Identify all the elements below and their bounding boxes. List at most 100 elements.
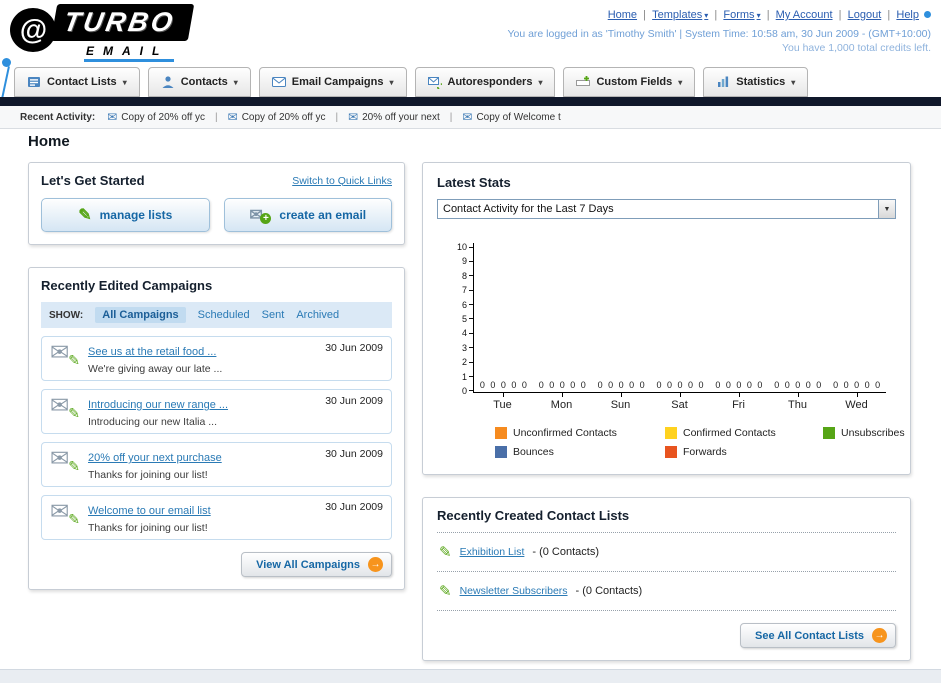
recent-activity-item[interactable]: Copy of 20% off yc bbox=[107, 110, 227, 124]
campaign-filter-bar: SHOW: All Campaigns Scheduled Sent Archi… bbox=[41, 302, 392, 328]
email-campaigns-icon bbox=[271, 77, 286, 87]
create-email-button[interactable]: create an email bbox=[223, 198, 392, 232]
tab-label: Email Campaigns bbox=[291, 76, 384, 88]
button-label: See All Contact Lists bbox=[754, 629, 864, 642]
campaign-title-link[interactable]: Introducing our new range ... bbox=[88, 399, 228, 411]
recent-activity-item[interactable]: 20% off your next bbox=[348, 110, 462, 124]
login-info: You are logged in as 'Timothy Smith' | S… bbox=[507, 28, 931, 40]
top-link-logout[interactable]: Logout bbox=[848, 9, 897, 21]
campaign-subtitle: Thanks for joining our list! bbox=[88, 469, 208, 481]
chevron-down-icon bbox=[234, 76, 238, 88]
legend-label: Forwards bbox=[683, 446, 727, 458]
button-label: View All Campaigns bbox=[256, 558, 360, 571]
filter-scheduled[interactable]: Scheduled bbox=[198, 309, 250, 321]
page-title: Home bbox=[28, 133, 70, 150]
app-window: TURBO EMAIL HomeTemplatesFormsMy Account… bbox=[0, 0, 941, 683]
tab-contact-lists[interactable]: Contact Lists bbox=[14, 67, 140, 97]
campaign-subtitle: We're giving away our late ... bbox=[88, 363, 223, 375]
recent-activity-link[interactable]: Copy of 20% off yc bbox=[242, 112, 326, 123]
legend-item-unconfirmed: Unconfirmed Contacts bbox=[495, 427, 665, 439]
chart-column-values: 0 0 0 0 0 bbox=[597, 380, 645, 390]
x-axis-label: Sat bbox=[650, 393, 709, 411]
header-right: HomeTemplates Forms My AccountLogoutHelp Y… bbox=[507, 5, 931, 54]
tab-email-campaigns[interactable]: Email Campaigns bbox=[258, 67, 407, 97]
switch-quick-links-link[interactable]: Switch to Quick Links bbox=[292, 175, 392, 187]
legend-label: Unsubscribes bbox=[841, 427, 905, 439]
envelope-icon bbox=[107, 110, 121, 124]
campaign-title-link[interactable]: See us at the retail food ... bbox=[88, 346, 216, 358]
logo-swirl-icon bbox=[10, 8, 56, 52]
chevron-down-icon bbox=[538, 76, 542, 88]
recent-contact-lists-panel: Recently Created Contact Lists Exhibitio… bbox=[422, 497, 911, 661]
chevron-down-icon bbox=[678, 76, 682, 88]
y-tick-label: 10 bbox=[457, 243, 473, 252]
view-all-campaigns-button[interactable]: View All Campaigns bbox=[241, 552, 392, 577]
top-link-templates[interactable]: Templates bbox=[652, 9, 723, 21]
chart-column-values: 0 0 0 0 0 bbox=[774, 380, 822, 390]
recent-activity-item[interactable]: Copy of Welcome t bbox=[462, 110, 560, 124]
x-axis-label: Wed bbox=[827, 393, 886, 411]
show-label: SHOW: bbox=[49, 309, 84, 321]
chart-column-values: 0 0 0 0 0 bbox=[479, 380, 527, 390]
tab-contacts[interactable]: Contacts bbox=[147, 67, 251, 97]
pencil-icon bbox=[439, 543, 452, 561]
y-tick-label: 5 bbox=[462, 314, 473, 323]
campaign-title-link[interactable]: Welcome to our email list bbox=[88, 505, 211, 517]
y-tick-label: 7 bbox=[462, 286, 473, 295]
recent-activity-label: Recent Activity: bbox=[20, 111, 96, 123]
tab-label: Custom Fields bbox=[596, 76, 673, 88]
filter-all-campaigns[interactable]: All Campaigns bbox=[95, 307, 186, 323]
contact-list-link[interactable]: Exhibition List bbox=[460, 546, 525, 558]
filter-sent[interactable]: Sent bbox=[262, 309, 285, 321]
campaign-date: 30 Jun 2009 bbox=[325, 342, 383, 354]
legend-label: Unconfirmed Contacts bbox=[513, 427, 617, 439]
chevron-down-icon bbox=[702, 9, 708, 21]
recent-activity-item[interactable]: Copy of 20% off yc bbox=[228, 110, 348, 124]
recent-activity-link[interactable]: Copy of 20% off yc bbox=[121, 112, 205, 123]
get-started-panel: Let's Get Started Switch to Quick Links … bbox=[28, 162, 405, 245]
legend-label: Confirmed Contacts bbox=[683, 427, 776, 439]
top-link-label: Templates bbox=[652, 9, 703, 21]
see-all-contact-lists-button[interactable]: See All Contact Lists bbox=[739, 623, 896, 648]
tab-statistics[interactable]: Statistics bbox=[703, 67, 809, 97]
recent-activity-link[interactable]: 20% off your next bbox=[362, 112, 440, 123]
top-nav: HomeTemplates Forms My AccountLogoutHelp bbox=[507, 5, 931, 23]
legend-swatch bbox=[495, 427, 507, 439]
pencil-icon bbox=[439, 582, 452, 600]
top-link-forms[interactable]: Forms bbox=[723, 9, 775, 21]
y-tick-label: 3 bbox=[462, 343, 473, 352]
contacts-icon bbox=[162, 76, 174, 88]
stats-period-select[interactable]: Contact Activity for the Last 7 Days bbox=[437, 199, 896, 219]
chart-labels: Tue Mon Sun Sat Fri Thu Wed bbox=[473, 393, 886, 411]
legend-swatch bbox=[665, 427, 677, 439]
legend-item-confirmed: Confirmed Contacts bbox=[665, 427, 823, 439]
chevron-down-icon bbox=[389, 76, 393, 88]
top-link-home[interactable]: Home bbox=[608, 9, 652, 21]
top-link-label: Forms bbox=[723, 9, 755, 21]
legend-item-bounces: Bounces bbox=[495, 446, 665, 458]
top-link-help[interactable]: Help bbox=[896, 9, 919, 21]
contact-list-item: Exhibition List - (0 Contacts) bbox=[437, 533, 896, 572]
top-link-my-account[interactable]: My Account bbox=[776, 9, 848, 21]
header: TURBO EMAIL HomeTemplates Forms My Account… bbox=[0, 0, 941, 104]
logo-subtitle: EMAIL bbox=[84, 44, 175, 62]
button-label: manage lists bbox=[99, 208, 173, 222]
pencil-icon bbox=[78, 205, 91, 225]
contact-lists-icon bbox=[28, 77, 40, 87]
contact-list-link[interactable]: Newsletter Subscribers bbox=[460, 585, 568, 597]
filter-archived[interactable]: Archived bbox=[296, 309, 339, 321]
tab-custom-fields[interactable]: Custom Fields bbox=[563, 67, 696, 97]
manage-lists-button[interactable]: manage lists bbox=[41, 198, 210, 232]
campaign-date: 30 Jun 2009 bbox=[325, 501, 383, 513]
contact-list-count: - (0 Contacts) bbox=[532, 546, 600, 558]
campaign-title-link[interactable]: 20% off your next purchase bbox=[88, 452, 222, 464]
tab-label: Contacts bbox=[180, 76, 228, 88]
y-tick-label: 8 bbox=[462, 271, 473, 280]
campaign-subtitle: Thanks for joining our list! bbox=[88, 522, 208, 534]
y-tick-label: 1 bbox=[462, 372, 473, 381]
campaign-envelope-icon bbox=[50, 339, 80, 369]
tab-autoresponders[interactable]: Autoresponders bbox=[414, 67, 556, 97]
left-column: Let's Get Started Switch to Quick Links … bbox=[28, 162, 405, 590]
selected-option: Contact Activity for the Last 7 Days bbox=[443, 203, 614, 215]
recent-activity-link[interactable]: Copy of Welcome t bbox=[476, 112, 560, 123]
